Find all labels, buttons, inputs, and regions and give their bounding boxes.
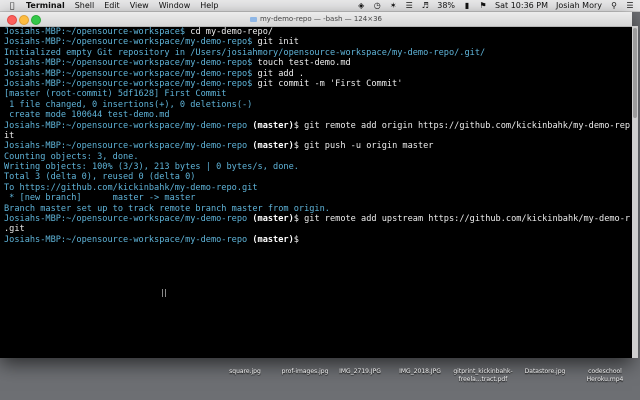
battery-icon[interactable]: ▮ [463,1,471,10]
terminal-segment-prompt: Josiahs-MBP:~/opensource-workspace/my-de… [4,120,253,131]
terminal-segment-prompt: Josiahs-MBP:~/opensource-workspace/my-de… [4,78,258,89]
terminal-segment-out: Writing objects: 100% (3/3), 213 bytes |… [4,162,299,173]
desktop-file[interactable]: codeschool Heroku.mp4 [570,368,640,384]
terminal-line: Counting objects: 3, done. [4,152,630,162]
menubar-clock[interactable]: Sat 10:36 PM [495,0,548,11]
scroll-thumb[interactable] [633,28,637,118]
terminal-segment-out: To https://github.com/kickinbahk/my-demo… [4,182,258,193]
window-titlebar[interactable]: my-demo-repo — -bash — 124×36 [0,12,632,27]
terminal-line: Josiahs-MBP:~/opensource-workspace/my-de… [4,235,630,245]
menu-app-terminal[interactable]: Terminal [26,0,65,11]
terminal-line: [master (root-commit) 5df1628] First Com… [4,89,630,99]
terminal-segment-branch: (master) [252,234,294,245]
scrollbar[interactable] [632,26,638,358]
text-cursor-icon [162,289,166,297]
terminal-line: To https://github.com/kickinbahk/my-demo… [4,183,630,193]
terminal-line: Josiahs-MBP:~/opensource-workspace$ cd m… [4,27,630,37]
terminal-line: * [new branch] master -> master [4,193,630,203]
terminal-segment-cmd: .git [4,224,25,235]
menu-edit[interactable]: Edit [104,0,120,11]
terminal-segment-cmd: git init [257,37,299,48]
terminal-segment-cmd: it [4,130,15,141]
bluetooth-icon[interactable]: ✶ [389,1,397,10]
menu-view[interactable]: View [130,0,149,11]
terminal-segment-out: [master (root-commit) 5df1628] First Com… [4,89,227,100]
zoom-button[interactable] [31,15,41,25]
terminal-line: Initialized empty Git repository in /Use… [4,48,630,58]
terminal-line: Branch master set up to track remote bra… [4,204,630,214]
terminal-line: Josiahs-MBP:~/opensource-workspace/my-de… [4,141,630,151]
terminal-segment-prompt: Josiahs-MBP:~/opensource-workspace/my-de… [4,141,253,152]
terminal-segment-cmd: $ git remote add origin https://github.c… [293,120,630,131]
wifi-icon[interactable]: ☰ [405,1,413,10]
terminal-segment-out: Initialized empty Git repository in /Use… [4,47,486,58]
terminal-segment-prompt: Josiahs-MBP:~/opensource-workspace/my-de… [4,68,258,79]
terminal-segment-prompt: Josiahs-MBP:~/opensource-workspace/my-de… [4,234,253,245]
notification-center-icon[interactable]: ☰ [626,1,634,10]
terminal-line: Josiahs-MBP:~/opensource-workspace/my-de… [4,58,630,68]
terminal-output[interactable]: Josiahs-MBP:~/opensource-workspace$ cd m… [4,27,630,355]
search-icon[interactable]: ⚲ [610,1,618,10]
menubar-user[interactable]: Josiah Mory [556,0,602,11]
terminal-segment-prompt: Josiahs-MBP:~/opensource-workspace/my-de… [4,37,258,48]
close-button[interactable] [7,15,17,25]
folder-icon [249,16,257,22]
apple-icon[interactable]:  [8,1,16,10]
terminal-line: 1 file changed, 0 insertions(+), 0 delet… [4,100,630,110]
terminal-line: Josiahs-MBP:~/opensource-workspace/my-de… [4,69,630,79]
terminal-line: create mode 100644 test-demo.md [4,110,630,120]
desktop-file[interactable]: gitprint_kickinbahk-freela...tract.pdf [448,368,518,384]
window-title: my-demo-repo — -bash — 124×36 [259,15,382,23]
menu-help[interactable]: Help [200,0,218,11]
terminal-line: Josiahs-MBP:~/opensource-workspace/my-de… [4,79,630,89]
menu-window[interactable]: Window [159,0,191,11]
menu-shell[interactable]: Shell [75,0,95,11]
desktop: square.jpg prof-images.jpg IMG_2719.JPG IMG… [0,358,640,400]
terminal-segment-out: Counting objects: 3, done. [4,151,139,162]
terminal-segment-branch: (master) [252,141,294,152]
terminal-segment-out: Branch master set up to track remote bra… [4,203,330,214]
volume-icon[interactable]: ♬ [421,1,429,10]
flag-icon[interactable]: ⚑ [479,1,487,10]
terminal-segment-out: 1 file changed, 0 insertions(+), 0 delet… [4,99,253,110]
terminal-line: .git [4,224,630,234]
terminal-segment-prompt: Josiahs-MBP:~/opensource-workspace$ [4,27,191,37]
terminal-segment-cmd: git add . [257,68,305,79]
terminal-segment-out: create mode 100644 test-demo.md [4,110,170,121]
terminal-segment-cmd: $ git push -u origin master [293,141,434,152]
terminal-line: Writing objects: 100% (3/3), 213 bytes |… [4,162,630,172]
terminal-line: Total 3 (delta 0), reused 0 (delta 0) [4,172,630,182]
menubar:  Terminal Shell Edit View Window Help ◈… [0,0,640,12]
terminal-segment-out: Total 3 (delta 0), reused 0 (delta 0) [4,172,196,183]
terminal-segment-cmd: $ git remote add upstream https://github… [293,214,630,225]
terminal-segment-cmd: $ [293,234,305,245]
terminal-segment-cmd: git commit -m 'First Commit' [257,78,403,89]
terminal-line: it [4,131,630,141]
terminal-segment-cmd: touch test-demo.md [257,58,351,69]
terminal-segment-out: * [new branch] master -> master [4,193,196,204]
terminal-segment-prompt: Josiahs-MBP:~/opensource-workspace/my-de… [4,58,258,69]
terminal-segment-prompt: Josiahs-MBP:~/opensource-workspace/my-de… [4,214,253,225]
battery-percent[interactable]: 38% [437,0,455,11]
minimize-button[interactable] [19,15,29,25]
desktop-file[interactable]: IMG_2018.JPG [385,368,455,376]
terminal-window: my-demo-repo — -bash — 124×36 Josiahs-MB… [0,12,632,358]
terminal-line: Josiahs-MBP:~/opensource-workspace/my-de… [4,214,630,224]
terminal-segment-cmd: cd my-demo-repo/ [190,27,274,37]
clock-icon[interactable]: ◷ [373,1,381,10]
terminal-line: Josiahs-MBP:~/opensource-workspace/my-de… [4,37,630,47]
terminal-line: Josiahs-MBP:~/opensource-workspace/my-de… [4,121,630,131]
terminal-segment-branch: (master) [252,120,294,131]
dropbox-icon[interactable]: ◈ [357,1,365,10]
terminal-segment-branch: (master) [252,214,294,225]
